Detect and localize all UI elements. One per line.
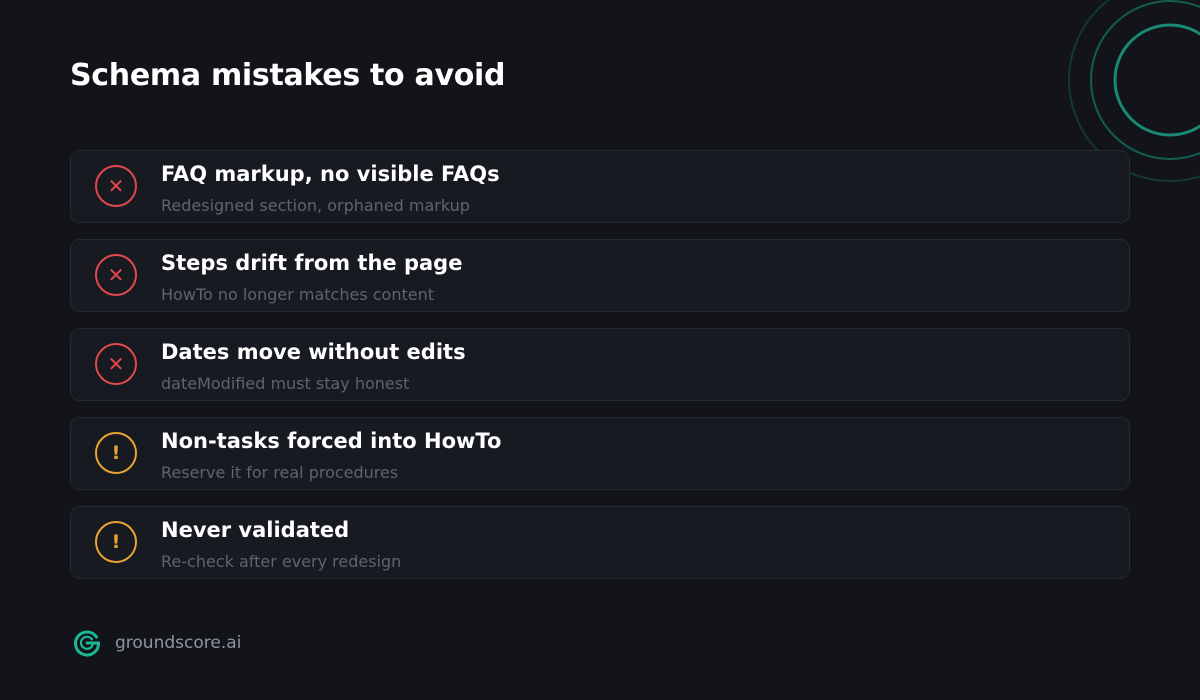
mistakes-list: ✕ FAQ markup, no visible FAQs Redesigned… [70,150,1130,595]
x-circle-icon: ✕ [95,254,137,296]
item-title: Steps drift from the page [161,251,463,275]
exclamation-circle-icon: ! [95,432,137,474]
list-item: ✕ Dates move without edits dateModified … [70,328,1130,401]
list-item: ! Never validated Re-check after every r… [70,506,1130,579]
item-title: Never validated [161,518,350,542]
item-subtitle: Reserve it for real procedures [161,463,399,482]
item-subtitle: Redesigned section, orphaned markup [161,196,470,215]
item-title: Dates move without edits [161,340,466,364]
groundscore-logo-icon [74,630,101,657]
page-title: Schema mistakes to avoid [70,58,506,93]
x-circle-icon: ✕ [95,165,137,207]
exclamation-circle-icon: ! [95,521,137,563]
x-circle-icon: ✕ [95,343,137,385]
item-subtitle: Re-check after every redesign [161,552,402,571]
list-item: ! Non-tasks forced into HowTo Reserve it… [70,417,1130,490]
brand: groundscore.ai [72,628,241,658]
item-subtitle: HowTo no longer matches content [161,285,435,304]
brand-name: groundscore.ai [115,633,242,653]
item-title: Non-tasks forced into HowTo [161,429,502,453]
list-item: ✕ FAQ markup, no visible FAQs Redesigned… [70,150,1130,223]
item-subtitle: dateModified must stay honest [161,374,410,393]
list-item: ✕ Steps drift from the page HowTo no lon… [70,239,1130,312]
item-title: FAQ markup, no visible FAQs [161,162,500,186]
